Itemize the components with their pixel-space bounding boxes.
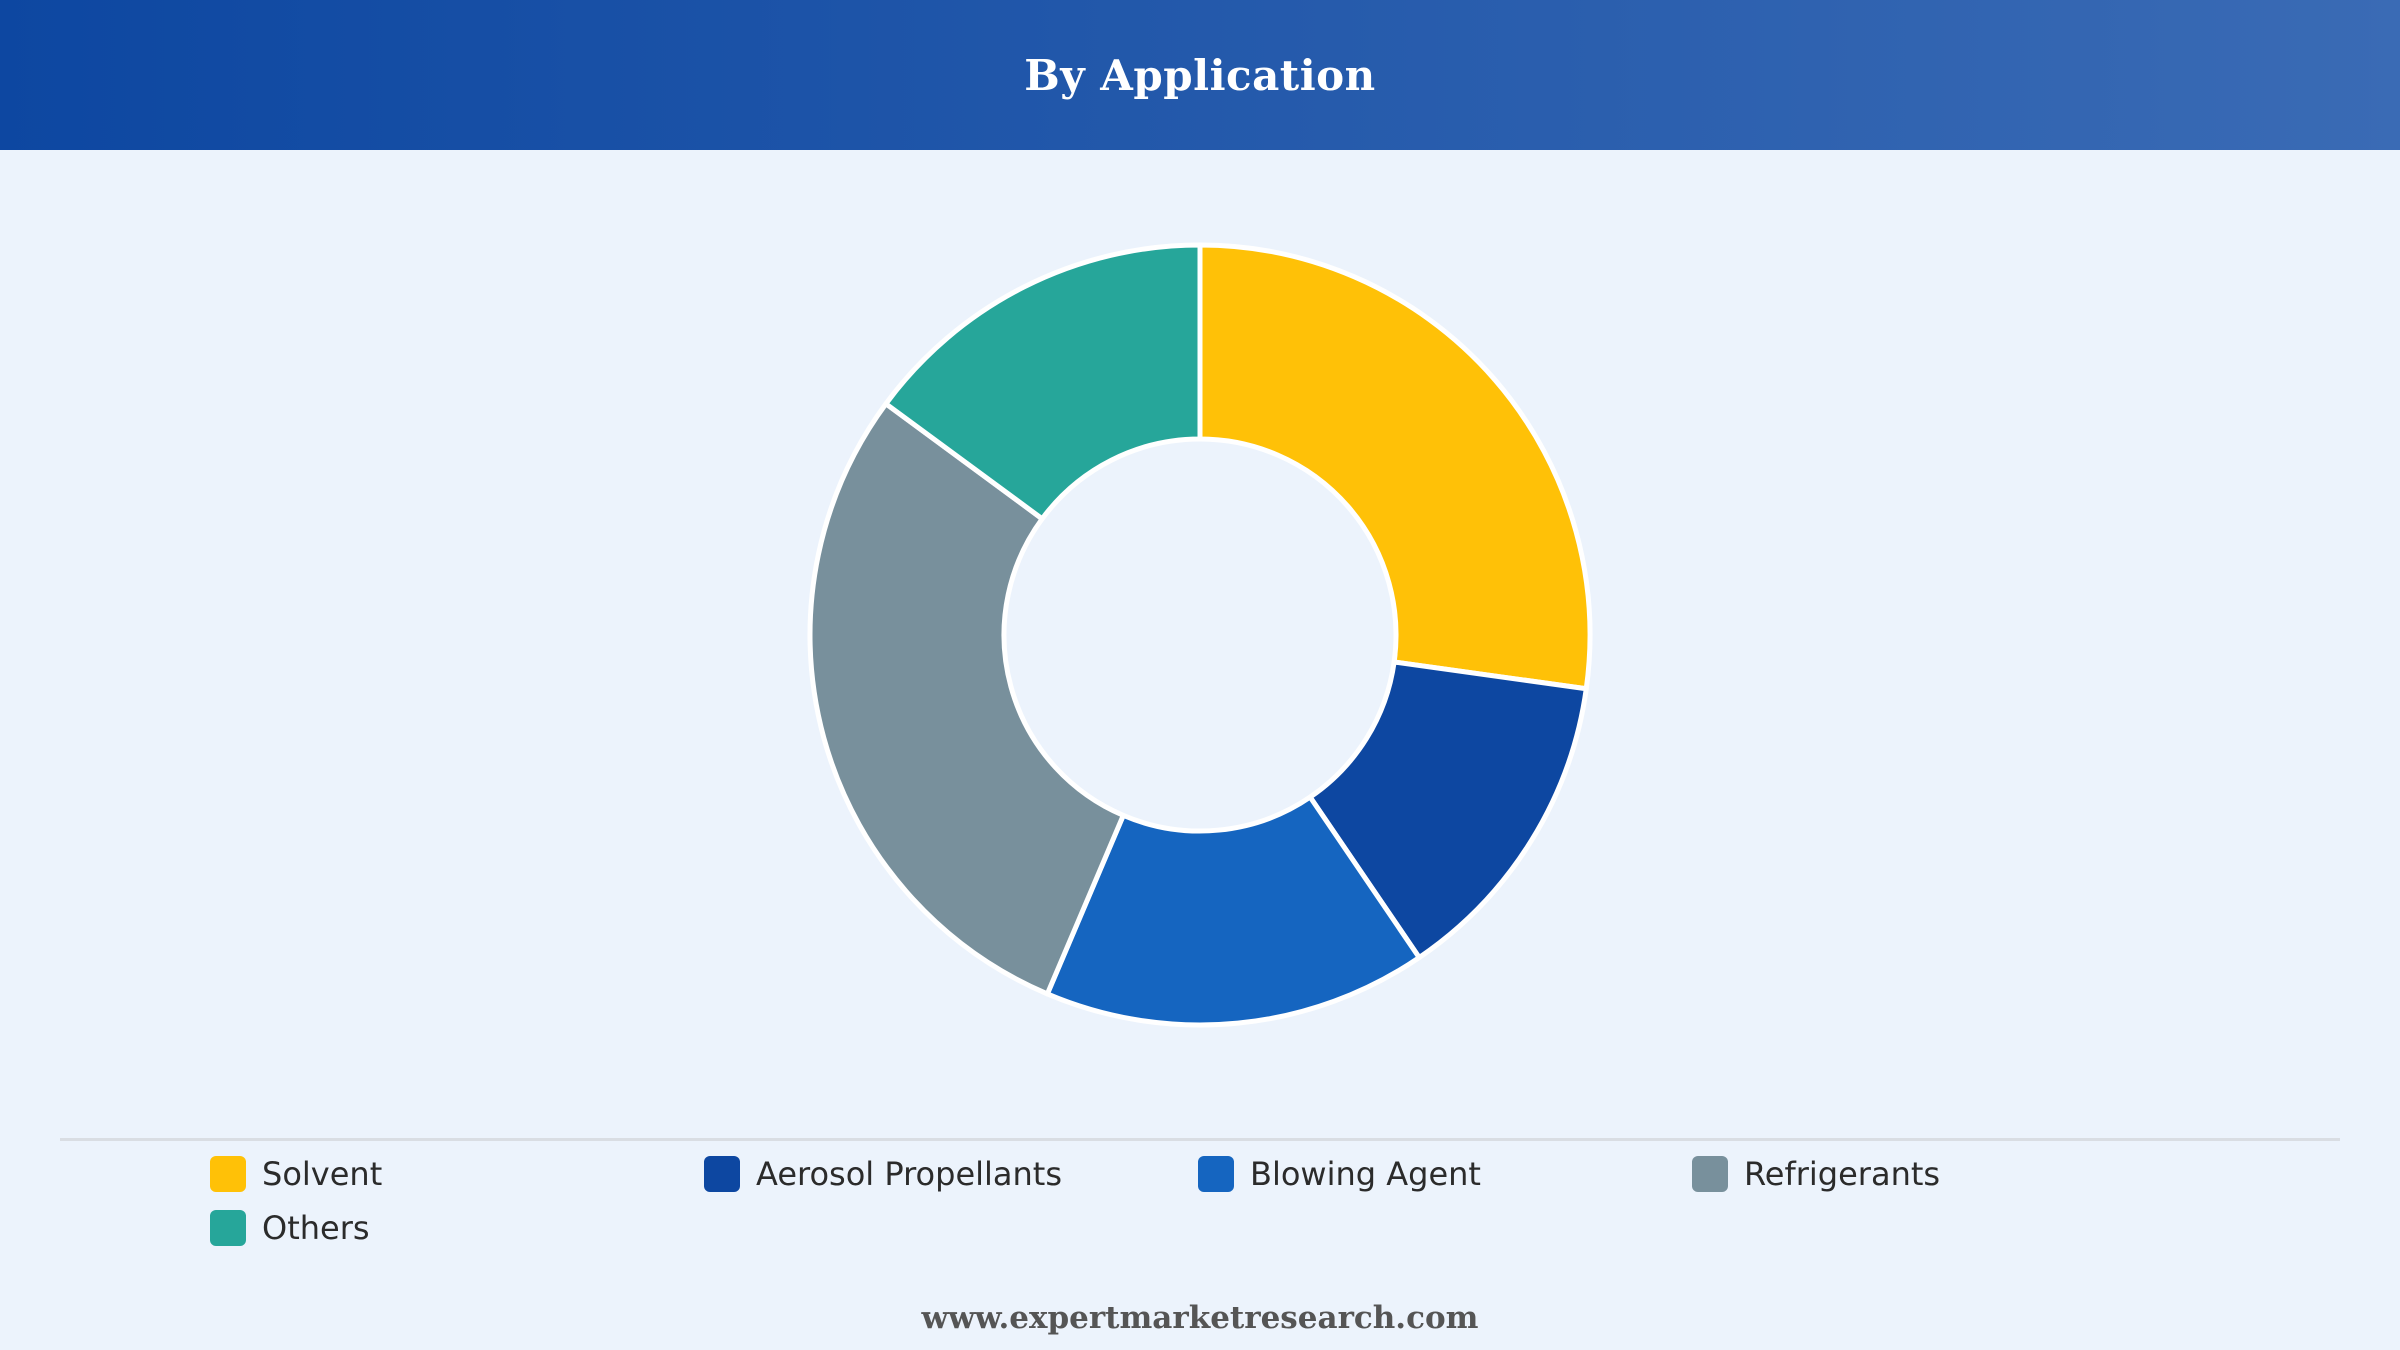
- legend-swatch: [1692, 1156, 1728, 1192]
- legend-label: Blowing Agent: [1250, 1155, 1481, 1193]
- legend-item-solvent[interactable]: Solvent: [210, 1155, 704, 1193]
- legend-label: Refrigerants: [1744, 1155, 1941, 1193]
- legend-divider: [60, 1138, 2340, 1141]
- legend-label: Others: [262, 1209, 370, 1247]
- chart-area: [0, 150, 2400, 1130]
- donut-chart: [807, 242, 1593, 1028]
- legend-swatch: [210, 1156, 246, 1192]
- chart-header: By Application: [0, 0, 2400, 150]
- legend-swatch: [1198, 1156, 1234, 1192]
- legend-item-aerosol-propellants[interactable]: Aerosol Propellants: [704, 1155, 1198, 1193]
- legend-label: Solvent: [262, 1155, 383, 1193]
- chart-legend: Solvent Aerosol Propellants Blowing Agent R…: [210, 1155, 2210, 1247]
- legend-swatch: [704, 1156, 740, 1192]
- legend-item-refrigerants[interactable]: Refrigerants: [1692, 1155, 2186, 1193]
- source-footer: www.expertmarketresearch.com: [921, 1300, 1479, 1336]
- chart-title: By Application: [1024, 50, 1376, 100]
- legend-label: Aerosol Propellants: [756, 1155, 1063, 1193]
- donut-slice-refrigerants[interactable]: [807, 401, 1126, 997]
- legend-item-others[interactable]: Others: [210, 1209, 704, 1247]
- legend-item-blowing-agent[interactable]: Blowing Agent: [1198, 1155, 1692, 1193]
- donut-slice-solvent[interactable]: [1197, 242, 1593, 692]
- legend-swatch: [210, 1210, 246, 1246]
